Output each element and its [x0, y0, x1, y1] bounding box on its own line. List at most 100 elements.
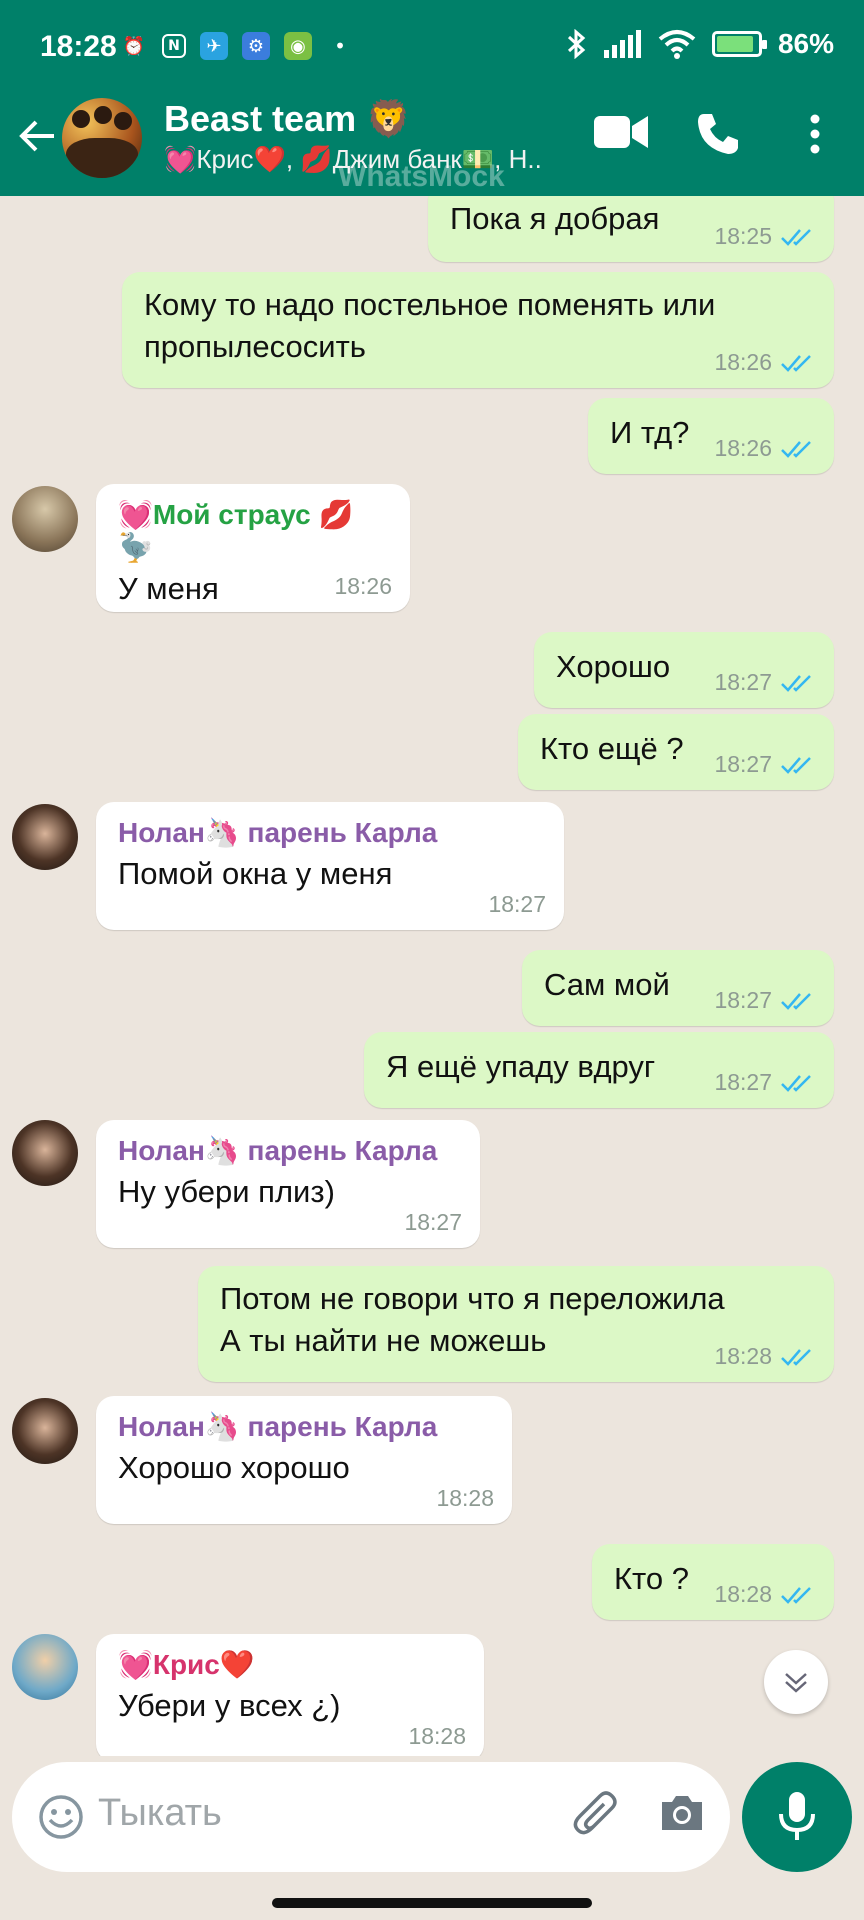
outgoing-message[interactable]: Пока я добрая 18:25 [428, 196, 834, 262]
telegram-icon: ✈ [200, 32, 228, 60]
outgoing-message[interactable]: Кто ? 18:28 [592, 1544, 834, 1620]
chat-title[interactable]: Beast team 🦁 [164, 98, 411, 140]
read-ticks-icon [781, 228, 811, 246]
outgoing-message[interactable]: Я ещё упаду вдруг 18:27 [364, 1032, 834, 1108]
incoming-message[interactable]: Нолан🦄 парень Карла Ну убери плиз) 18:27 [96, 1120, 480, 1248]
message-time: 18:27 [714, 751, 772, 777]
read-ticks-icon [781, 440, 811, 458]
message-meta: 18:27 [714, 669, 816, 696]
bluetooth-icon [567, 29, 586, 59]
message-time: 18:28 [436, 1485, 494, 1511]
battery-percent: 86% [777, 28, 834, 59]
read-ticks-icon [781, 354, 811, 372]
message-meta: 18:27 [714, 751, 816, 778]
android-app-icon: ◉ [284, 32, 312, 60]
message-text: Кому то надо постельное поменять или про… [144, 287, 716, 364]
chat-header[interactable]: Beast team 🦁 💓Крис❤️, 💋Джим банк💵, Н.. W… [0, 98, 864, 196]
more-options-icon[interactable] [808, 112, 822, 160]
app-header: 18:28 ⏰ N ✈ ⚙ ◉ • 86% Beast team 🦁 💓Крис… [0, 0, 864, 196]
sender-avatar[interactable] [12, 1120, 78, 1186]
message-time: 18:27 [714, 1069, 772, 1095]
microphone-icon [779, 1792, 815, 1840]
read-ticks-icon [781, 1348, 811, 1366]
gesture-navigation-bar[interactable] [272, 1898, 592, 1908]
message-time: 18:27 [404, 1209, 462, 1235]
incoming-message[interactable]: 💓Крис❤️ Убери у всех ¿) 18:28 [96, 1634, 484, 1756]
message-meta: 18:27 [404, 1209, 462, 1236]
message-time: 18:27 [714, 669, 772, 695]
message-input-bar[interactable]: Тыкать [12, 1762, 730, 1872]
outgoing-message[interactable]: И тд? 18:26 [588, 398, 834, 474]
scroll-to-bottom-button[interactable] [764, 1650, 828, 1714]
sender-name[interactable]: Нолан🦄 парень Карла [118, 816, 542, 849]
outgoing-message[interactable]: Хорошо 18:27 [534, 632, 834, 708]
incoming-message[interactable]: 💓Мой страус 💋🦤 У меня 18:26 [96, 484, 410, 612]
incoming-message[interactable]: Нолан🦄 парень Карла Хорошо хорошо 18:28 [96, 1396, 512, 1524]
message-meta: 18:28 [714, 1343, 816, 1370]
sender-avatar[interactable] [12, 1398, 78, 1464]
message-text: Хорошо хорошо [118, 1450, 350, 1485]
message-time: 18:26 [714, 349, 772, 375]
signal-icon [603, 30, 641, 58]
message-meta: 18:25 [714, 223, 816, 250]
notification-icons: ⏰ N ✈ ⚙ ◉ • [120, 32, 354, 60]
alarm-icon: ⏰ [122, 35, 146, 57]
message-text: Убери у всех ¿) [118, 1688, 341, 1723]
read-ticks-icon [781, 1586, 811, 1604]
message-text: Помой окна у меня [118, 856, 393, 891]
message-time: 18:25 [714, 223, 772, 249]
message-text: Ну убери плиз) [118, 1174, 335, 1209]
voice-call-icon[interactable] [696, 112, 740, 160]
status-bar: 18:28 ⏰ N ✈ ⚙ ◉ • 86% [0, 0, 864, 98]
outgoing-message[interactable]: Сам мой 18:27 [522, 950, 834, 1026]
message-meta: 18:26 [714, 349, 816, 376]
read-ticks-icon [781, 992, 811, 1010]
message-time: 18:27 [714, 987, 772, 1013]
message-time: 18:26 [334, 573, 392, 599]
nfc-icon: N [162, 34, 186, 58]
outgoing-message[interactable]: Потом не говори что я переложила А ты на… [198, 1266, 834, 1382]
sender-name[interactable]: 💓Крис❤️ [118, 1648, 462, 1681]
sender-name[interactable]: Нолан🦄 парень Карла [118, 1134, 458, 1167]
emoji-icon[interactable] [38, 1794, 84, 1844]
video-call-icon[interactable] [594, 112, 648, 156]
sender-name[interactable]: Нолан🦄 парень Карла [118, 1410, 490, 1443]
sender-avatar[interactable] [12, 804, 78, 870]
read-ticks-icon [781, 1074, 811, 1092]
sender-avatar[interactable] [12, 1634, 78, 1700]
message-meta: 18:27 [488, 891, 546, 918]
attach-icon[interactable] [572, 1790, 622, 1844]
message-meta: 18:28 [714, 1581, 816, 1608]
message-meta: 18:28 [436, 1485, 494, 1512]
sender-avatar[interactable] [12, 486, 78, 552]
voice-record-button[interactable] [742, 1762, 852, 1872]
message-time: 18:28 [408, 1723, 466, 1749]
message-meta: 18:26 [714, 435, 816, 462]
group-avatar[interactable] [62, 98, 142, 178]
outgoing-message[interactable]: Кому то надо постельное поменять или про… [122, 272, 834, 388]
message-list[interactable]: Пока я добрая 18:25 Кому то надо постель… [0, 196, 864, 1756]
message-time: 18:28 [714, 1343, 772, 1369]
incoming-message[interactable]: Нолан🦄 парень Карла Помой окна у меня 18… [96, 802, 564, 930]
read-ticks-icon [781, 674, 811, 692]
wifi-icon [658, 30, 696, 59]
battery-icon [711, 31, 767, 57]
message-time: 18:28 [714, 1581, 772, 1607]
settings-app-icon: ⚙ [242, 32, 270, 60]
message-meta: 18:26 [334, 573, 392, 600]
message-time: 18:26 [714, 435, 772, 461]
message-input[interactable]: Тыкать [98, 1792, 222, 1835]
sender-name[interactable]: 💓Мой страус 💋🦤 [118, 498, 388, 564]
outgoing-message[interactable]: Кто ещё ? 18:27 [518, 714, 834, 790]
status-time: 18:28 [40, 30, 117, 63]
watermark: WhatsMock [338, 160, 505, 193]
camera-icon[interactable] [658, 1792, 706, 1838]
more-notifications-icon: • [334, 34, 346, 58]
message-time: 18:27 [488, 891, 546, 917]
message-meta: 18:28 [408, 1723, 466, 1750]
status-right: 86% [566, 28, 834, 60]
message-meta: 18:27 [714, 1069, 816, 1096]
read-ticks-icon [781, 756, 811, 774]
back-arrow-icon[interactable] [18, 116, 66, 164]
chevron-double-down-icon [785, 1673, 807, 1693]
